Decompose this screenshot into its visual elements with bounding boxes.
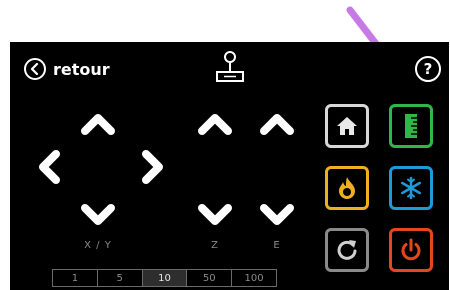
z-up-arrow-icon[interactable] [197,112,233,136]
power-button[interactable] [389,228,433,272]
step-option-50[interactable]: 50 [187,270,233,286]
back-label: retour [53,59,110,79]
x-minus-arrow-icon[interactable] [37,149,61,185]
e-down-arrow-icon[interactable] [259,203,295,227]
step-option-10[interactable]: 10 [142,270,188,286]
y-plus-arrow-icon[interactable] [80,112,116,136]
xy-axis-label: X / Y [84,240,112,251]
e-axis-label: E [273,240,281,251]
step-option-1[interactable]: 1 [53,270,98,286]
ruler-icon [405,114,417,138]
help-icon: ? [423,60,433,78]
step-size-selector: 1 5 10 50 100 [52,269,277,287]
back-icon [24,58,46,80]
step-option-5[interactable]: 5 [98,270,143,286]
power-icon [401,238,421,261]
z-down-arrow-icon[interactable] [197,203,233,227]
z-axis-label: Z [211,240,219,251]
printer-screen: retour ? X / Y Z E 1 5 10 50 100 [10,42,449,290]
help-button[interactable]: ? [415,56,441,82]
heat-button[interactable] [325,166,369,210]
cool-button[interactable] [389,166,433,210]
home-button[interactable] [325,104,369,148]
e-up-arrow-icon[interactable] [259,112,295,136]
back-button[interactable]: retour [24,56,110,82]
snowflake-icon [401,176,421,200]
step-option-100[interactable]: 100 [232,270,276,286]
x-plus-arrow-icon[interactable] [141,149,165,185]
y-minus-arrow-icon[interactable] [80,203,116,227]
level-button[interactable] [389,104,433,148]
flame-icon [339,177,355,199]
joystick-icon [216,51,244,82]
refresh-icon [337,240,357,260]
reload-button[interactable] [325,228,369,272]
home-icon [337,117,357,135]
